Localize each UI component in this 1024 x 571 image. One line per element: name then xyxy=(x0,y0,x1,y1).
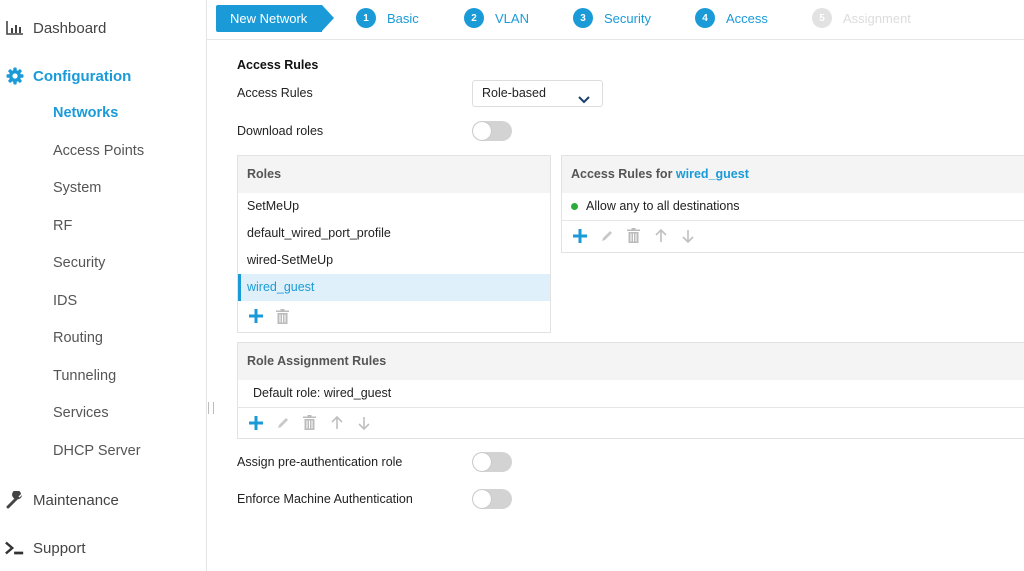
machine-auth-label: Enforce Machine Authentication xyxy=(237,492,413,506)
status-dot-icon xyxy=(571,203,578,210)
download-roles-label: Download roles xyxy=(237,124,324,138)
sidebar-item-routing[interactable]: Routing xyxy=(53,330,103,346)
pencil-icon[interactable] xyxy=(274,414,291,431)
selected-role-name: wired_guest xyxy=(675,167,749,181)
chevron-down-icon xyxy=(578,88,590,113)
gear-icon xyxy=(5,67,25,85)
step-label: Access xyxy=(726,10,768,26)
roles-toolbar xyxy=(238,301,550,331)
step-number: 1 xyxy=(356,8,376,28)
sidebar-item-dhcp-server[interactable]: DHCP Server xyxy=(53,443,141,459)
roles-panel: Roles SetMeUp default_wired_port_profile… xyxy=(237,155,551,333)
download-roles-toggle[interactable] xyxy=(472,121,512,141)
role-assignment-title: Role Assignment Rules xyxy=(238,343,1024,380)
sidebar-item-tunneling[interactable]: Tunneling xyxy=(53,368,116,384)
role-assignment-toolbar xyxy=(238,407,1024,437)
arrow-down-icon[interactable] xyxy=(679,227,696,244)
step-number: 2 xyxy=(464,8,484,28)
sidebar-item-networks[interactable]: Networks xyxy=(53,105,118,121)
step-label: VLAN xyxy=(495,10,529,26)
sidebar-resize-handle[interactable] xyxy=(208,402,214,414)
rule-text: Allow any to all destinations xyxy=(586,199,740,213)
arrow-down-icon[interactable] xyxy=(355,414,372,431)
trash-icon[interactable] xyxy=(301,414,318,431)
trash-icon[interactable] xyxy=(625,227,642,244)
pencil-icon[interactable] xyxy=(598,227,615,244)
pre-auth-role-toggle[interactable] xyxy=(472,452,512,472)
wizard-title: New Network xyxy=(216,5,334,32)
access-rules-label: Access Rules xyxy=(237,86,313,100)
sidebar-item-ids[interactable]: IDS xyxy=(53,293,77,309)
arrow-up-icon[interactable] xyxy=(328,414,345,431)
wizard-steps: New Network 1 Basic 2 VLAN 3 Security 4 … xyxy=(207,0,1024,40)
roles-panel-title: Roles xyxy=(238,156,550,193)
access-rules-toolbar xyxy=(562,220,1024,250)
terminal-icon xyxy=(5,539,25,557)
select-value: Role-based xyxy=(482,86,546,100)
add-icon[interactable] xyxy=(247,414,264,431)
add-icon[interactable] xyxy=(571,227,588,244)
access-rules-select[interactable]: Role-based xyxy=(472,80,603,107)
sidebar-item-security[interactable]: Security xyxy=(53,255,105,271)
sidebar-item-system[interactable]: System xyxy=(53,180,101,196)
step-label: Basic xyxy=(387,10,419,26)
title-prefix: Access Rules for xyxy=(571,167,673,181)
add-icon[interactable] xyxy=(247,308,264,325)
sidebar-item-rf[interactable]: RF xyxy=(53,218,72,234)
arrow-up-icon[interactable] xyxy=(652,227,669,244)
role-assignment-panel: Role Assignment Rules Default role: wire… xyxy=(237,342,1024,439)
sidebar-item-maintenance[interactable]: Maintenance xyxy=(5,491,119,509)
sidebar-item-access-points[interactable]: Access Points xyxy=(53,143,144,159)
sidebar-item-support[interactable]: Support xyxy=(5,539,86,557)
bar-chart-icon xyxy=(5,19,25,37)
sidebar: Dashboard Configuration Networks Access … xyxy=(0,0,207,571)
role-assignment-row[interactable]: Default role: wired_guest xyxy=(238,380,1024,407)
wrench-icon xyxy=(5,491,25,509)
sidebar-item-label: Dashboard xyxy=(33,19,107,37)
step-label: Assignment xyxy=(843,10,911,26)
wizard-step-security[interactable]: 3 Security xyxy=(573,8,651,28)
access-rules-panel-title: Access Rules for wired_guest xyxy=(562,156,1024,193)
role-item[interactable]: default_wired_port_profile xyxy=(238,220,550,247)
access-rules-panel: Access Rules for wired_guest Allow any t… xyxy=(561,155,1024,253)
trash-icon[interactable] xyxy=(274,308,291,325)
wizard-step-assignment: 5 Assignment xyxy=(812,8,911,28)
step-number: 3 xyxy=(573,8,593,28)
section-title: Access Rules xyxy=(237,58,319,72)
sidebar-item-services[interactable]: Services xyxy=(53,405,109,421)
step-number: 5 xyxy=(812,8,832,28)
sidebar-item-dashboard[interactable]: Dashboard xyxy=(5,19,106,37)
pre-auth-role-label: Assign pre-authentication role xyxy=(237,455,403,469)
step-label: Security xyxy=(604,10,651,26)
sidebar-item-label: Support xyxy=(33,539,86,557)
role-item[interactable]: SetMeUp xyxy=(238,193,550,220)
role-item[interactable]: wired-SetMeUp xyxy=(238,247,550,274)
access-rule-row[interactable]: Allow any to all destinations xyxy=(562,193,1024,220)
sidebar-item-label: Maintenance xyxy=(33,491,119,509)
sidebar-item-label: Configuration xyxy=(33,67,132,85)
sidebar-item-configuration[interactable]: Configuration xyxy=(5,67,131,85)
wizard-step-access[interactable]: 4 Access xyxy=(695,8,768,28)
wizard-step-basic[interactable]: 1 Basic xyxy=(356,8,419,28)
machine-auth-toggle[interactable] xyxy=(472,489,512,509)
wizard-step-vlan[interactable]: 2 VLAN xyxy=(464,8,529,28)
role-item-selected[interactable]: wired_guest xyxy=(238,274,550,301)
step-number: 4 xyxy=(695,8,715,28)
